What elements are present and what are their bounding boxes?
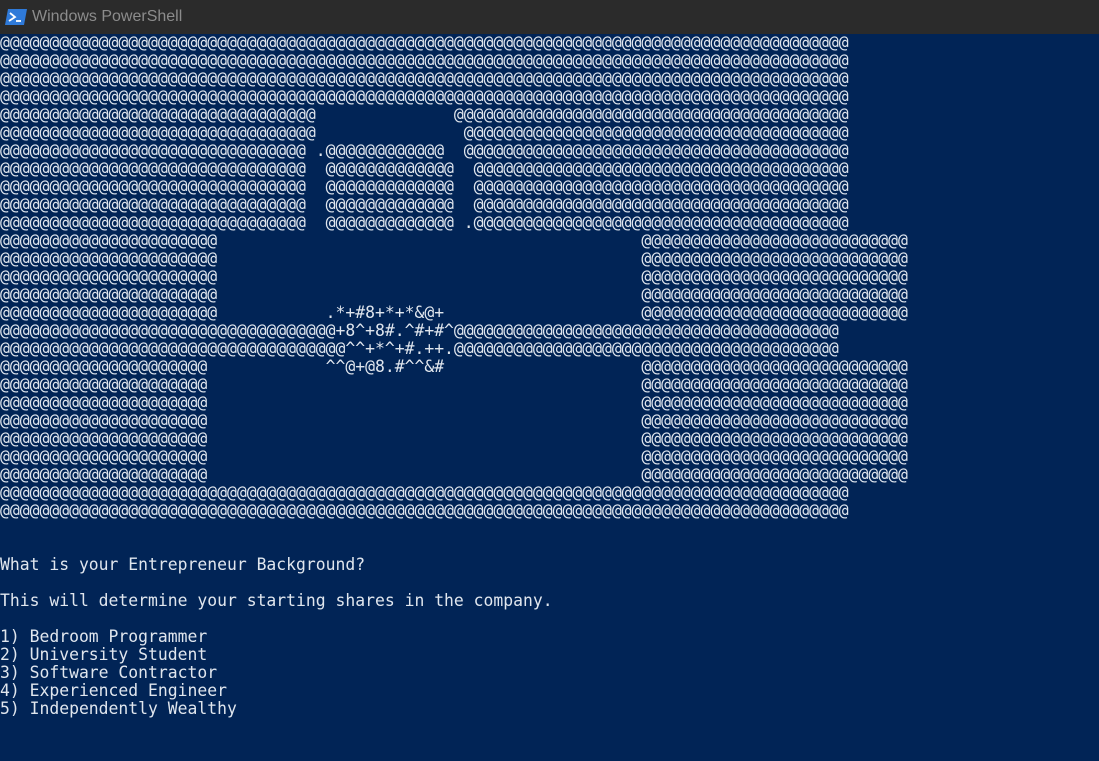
option-item: 2) University Student	[0, 645, 208, 664]
prompt-info: This will determine your starting shares…	[0, 591, 553, 610]
ascii-art-line: @@@@@@@@@@@@@@@@@@@@@ ^^@+@8.#^^&# @@@@@…	[0, 357, 908, 376]
ascii-art: @@@@@@@@@@@@@@@@@@@@@@@@@@@@@@@@@@@@@@@@…	[0, 34, 1099, 520]
ascii-art-line: @@@@@@@@@@@@@@@@@@@@@@ @@@@@@@@@@@@@@@@@…	[0, 231, 908, 250]
ascii-art-line: @@@@@@@@@@@@@@@@@@@@@@@@@@@@@@@@ @@@@@@@…	[0, 123, 849, 142]
ascii-art-line: @@@@@@@@@@@@@@@@@@@@@ @@@@@@@@@@@@@@@@@@…	[0, 375, 908, 394]
ascii-art-line: @@@@@@@@@@@@@@@@@@@@@@@@@@@@@@@@@@@@@@@@…	[0, 34, 849, 52]
ascii-art-line: @@@@@@@@@@@@@@@@@@@@@@@@@@@@@@@@@@@^^+*^…	[0, 339, 839, 358]
ascii-art-line: @@@@@@@@@@@@@@@@@@@@@@@@@@@@@@@ @@@@@@@@…	[0, 177, 849, 196]
ascii-art-line: @@@@@@@@@@@@@@@@@@@@@@@@@@@@@@@@@@@@@@@@…	[0, 501, 849, 520]
ascii-art-line: @@@@@@@@@@@@@@@@@@@@@@ @@@@@@@@@@@@@@@@@…	[0, 285, 908, 304]
window-title: Windows PowerShell	[32, 8, 183, 25]
console-output[interactable]: @@@@@@@@@@@@@@@@@@@@@@@@@@@@@@@@@@@@@@@@…	[0, 34, 1099, 761]
prompt-question: What is your Entrepreneur Background?	[0, 555, 366, 574]
ascii-art-line: @@@@@@@@@@@@@@@@@@@@@@@@@@@@@@@ @@@@@@@@…	[0, 195, 849, 214]
ascii-art-line: @@@@@@@@@@@@@@@@@@@@@@ @@@@@@@@@@@@@@@@@…	[0, 249, 908, 268]
ascii-art-line: @@@@@@@@@@@@@@@@@@@@@ @@@@@@@@@@@@@@@@@@…	[0, 447, 908, 466]
option-item: 4) Experienced Engineer	[0, 681, 227, 700]
ascii-art-line: @@@@@@@@@@@@@@@@@@@@@@ @@@@@@@@@@@@@@@@@…	[0, 267, 908, 286]
ascii-art-line: @@@@@@@@@@@@@@@@@@@@@@@@@@@@@@@@@@@@@@@@…	[0, 87, 849, 106]
ascii-art-line: @@@@@@@@@@@@@@@@@@@@@@@@@@@@@@@@ @@@@@@@…	[0, 105, 849, 124]
ascii-art-line: @@@@@@@@@@@@@@@@@@@@@@@@@@@@@@@ .@@@@@@@…	[0, 141, 849, 160]
option-item: 3) Software Contractor	[0, 663, 218, 682]
ascii-art-line: @@@@@@@@@@@@@@@@@@@@@@@@@@@@@@@@@@+8^+8#…	[0, 321, 839, 340]
title-bar[interactable]: Windows PowerShell	[0, 0, 1099, 34]
ascii-art-line: @@@@@@@@@@@@@@@@@@@@@@@@@@@@@@@ @@@@@@@@…	[0, 159, 849, 178]
powershell-icon	[5, 8, 27, 26]
ascii-art-line: @@@@@@@@@@@@@@@@@@@@@ @@@@@@@@@@@@@@@@@@…	[0, 411, 908, 430]
option-item: 5) Independently Wealthy	[0, 699, 237, 718]
ascii-art-line: @@@@@@@@@@@@@@@@@@@@@@@@@@@@@@@@@@@@@@@@…	[0, 483, 849, 502]
powershell-window: Windows PowerShell @@@@@@@@@@@@@@@@@@@@@…	[0, 0, 1099, 761]
ascii-art-line: @@@@@@@@@@@@@@@@@@@@@@@@@@@@@@@@@@@@@@@@…	[0, 69, 849, 88]
ascii-art-line: @@@@@@@@@@@@@@@@@@@@@@ .*+#8+*+*&@+ @@@@…	[0, 303, 908, 322]
options-list: 1) Bedroom Programmer 2) University Stud…	[0, 628, 1099, 718]
ascii-art-line: @@@@@@@@@@@@@@@@@@@@@@@@@@@@@@@ @@@@@@@@…	[0, 213, 849, 232]
option-item: 1) Bedroom Programmer	[0, 627, 208, 646]
ascii-art-line: @@@@@@@@@@@@@@@@@@@@@ @@@@@@@@@@@@@@@@@@…	[0, 465, 908, 484]
ascii-art-line: @@@@@@@@@@@@@@@@@@@@@ @@@@@@@@@@@@@@@@@@…	[0, 393, 908, 412]
ascii-art-line: @@@@@@@@@@@@@@@@@@@@@ @@@@@@@@@@@@@@@@@@…	[0, 429, 908, 448]
ascii-art-line: @@@@@@@@@@@@@@@@@@@@@@@@@@@@@@@@@@@@@@@@…	[0, 51, 849, 70]
